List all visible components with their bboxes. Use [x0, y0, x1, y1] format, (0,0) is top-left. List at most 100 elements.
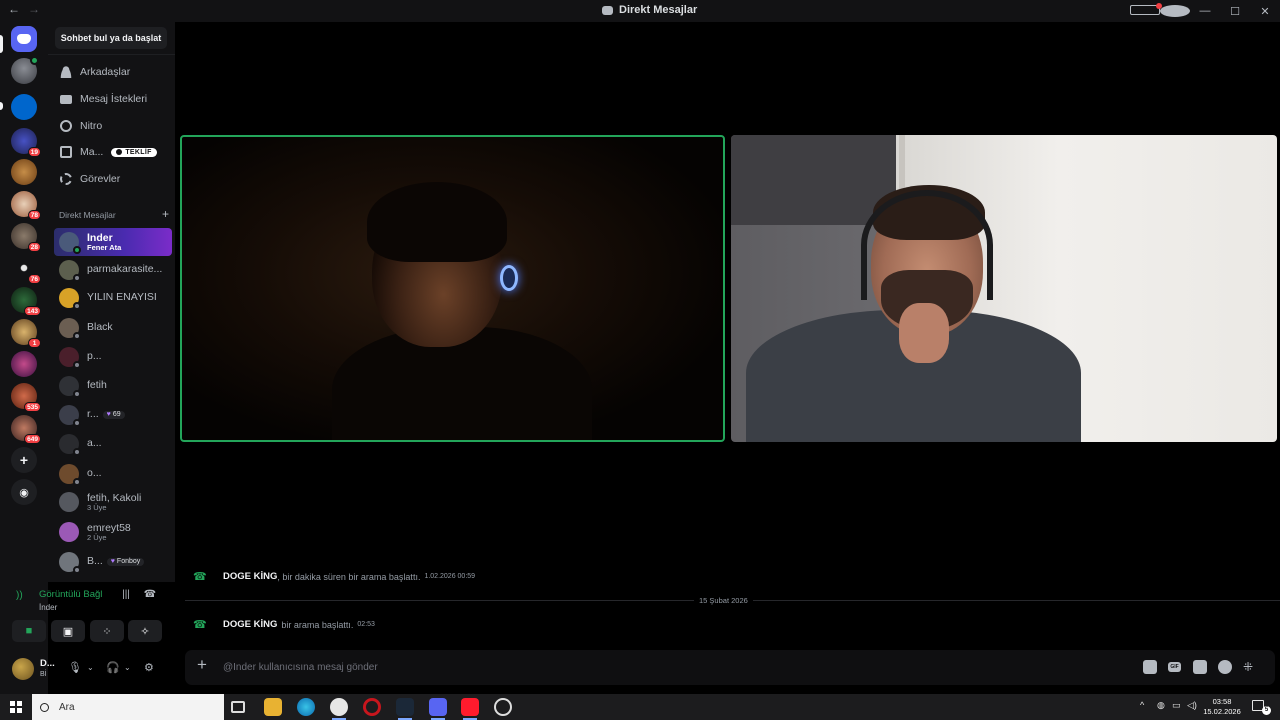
wifi-icon[interactable]: ▭	[1172, 700, 1181, 711]
add-server-button[interactable]: +	[11, 447, 37, 473]
gif-icon[interactable]: GIF	[1168, 662, 1181, 672]
nav-quests[interactable]: Görevler	[53, 168, 171, 190]
headphones-icon[interactable]: 🎧	[106, 661, 120, 674]
dm-item[interactable]: a...	[54, 430, 172, 458]
server-icon-11[interactable]: 535	[11, 383, 41, 412]
message-author[interactable]: DOGE KİNG	[223, 571, 277, 582]
show-hidden-icons-chevron-icon[interactable]: ^	[1140, 700, 1144, 710]
opera-browser-icon[interactable]	[363, 698, 381, 716]
video-tile-self[interactable]	[731, 135, 1277, 442]
dm-item[interactable]: r... ♥ 69	[54, 401, 172, 429]
camera-button[interactable]: ■	[12, 620, 46, 642]
activities-icon: ⁘	[102, 625, 112, 638]
minimize-button[interactable]: —	[1190, 5, 1220, 17]
dm-item[interactable]: parmakarasite...	[54, 256, 172, 284]
taskbar-search-input[interactable]	[59, 701, 209, 713]
server-icon-3[interactable]: 19	[11, 128, 41, 157]
soundboard-button[interactable]: ✧	[128, 620, 162, 642]
home-button[interactable]	[11, 26, 37, 52]
chevron-down-icon[interactable]: ⌄	[124, 663, 131, 672]
server-badge: 28	[27, 242, 41, 252]
maximize-button[interactable]: ☐	[1220, 5, 1250, 18]
dm-item[interactable]: fetih	[54, 372, 172, 400]
screen-share-button[interactable]: ▣	[51, 620, 85, 642]
voice-status-title[interactable]: Görüntülü Bağl	[39, 589, 102, 600]
edge-browser-icon[interactable]	[297, 698, 315, 716]
volume-icon[interactable]: ◁)	[1187, 700, 1197, 711]
disconnect-icon[interactable]: ☎	[142, 587, 158, 603]
background-wall	[731, 135, 896, 225]
steam-icon[interactable]	[396, 698, 414, 720]
nav-nitro[interactable]: Nitro	[53, 115, 171, 137]
opera-gx-icon[interactable]	[461, 698, 479, 720]
inbox-icon[interactable]	[1130, 2, 1162, 18]
dm-item[interactable]: fetih, Kakoli 3 Üye	[54, 488, 172, 516]
server-icon-9[interactable]: 1	[11, 319, 41, 348]
dm-item[interactable]: emreyt58 2 Üye	[54, 518, 172, 546]
nav-label: Ma...	[80, 146, 104, 158]
video-tile-remote[interactable]	[180, 135, 725, 442]
attach-plus-icon[interactable]: +	[193, 656, 211, 674]
nav-message-requests[interactable]: Mesaj İstekleri	[53, 88, 171, 110]
back-arrow-icon[interactable]: ←	[8, 2, 20, 16]
taskbar-clock[interactable]: 03:58 15.02.2026	[1200, 697, 1244, 717]
avatar	[59, 405, 81, 427]
divider	[48, 54, 175, 55]
file-explorer-icon[interactable]	[264, 698, 282, 716]
search-app-icon[interactable]	[330, 698, 348, 720]
server-icon-4[interactable]	[11, 159, 37, 185]
discover-button[interactable]: ◉	[11, 479, 37, 505]
microphone-icon[interactable]: 🎙	[68, 661, 82, 674]
network-tray-icon[interactable]: ◍	[1157, 700, 1165, 711]
server-icon-6[interactable]: 28	[11, 223, 41, 252]
chatgpt-icon[interactable]	[494, 698, 512, 716]
server-icon-8[interactable]: 143	[11, 287, 41, 316]
voice-channel-name: İnder	[39, 603, 58, 612]
gift-icon[interactable]	[1143, 660, 1157, 674]
discord-app-icon[interactable]	[429, 698, 447, 720]
server-icon-5[interactable]: 78	[11, 191, 41, 220]
close-button[interactable]: ✕	[1250, 5, 1280, 18]
presence-status-icon	[73, 390, 81, 398]
sticker-icon[interactable]	[1193, 660, 1207, 674]
noise-suppression-icon[interactable]: |||	[118, 587, 134, 603]
task-view-icon[interactable]	[231, 701, 245, 713]
voice-connection-panel: )) Görüntülü Bağl İnder ||| ☎ ■ ▣ ⁘ ✧	[6, 585, 166, 645]
find-conversation-button[interactable]: Sohbet bul ya da başlat	[55, 27, 167, 49]
avatar	[59, 434, 81, 456]
server-icon-10[interactable]	[11, 351, 37, 377]
server-icon-7[interactable]: 76	[11, 255, 41, 284]
dm-item[interactable]: İnder Fener Ata	[54, 228, 172, 256]
clock-date: 15.02.2026	[1203, 707, 1241, 716]
settings-gear-icon[interactable]: ⚙	[144, 661, 154, 674]
phone-icon: ☎	[193, 619, 207, 631]
chevron-down-icon[interactable]: ⌄	[87, 663, 94, 672]
compass-icon: ◉	[11, 479, 37, 505]
server-icon-2[interactable]	[11, 94, 37, 120]
apps-icon[interactable]: ⁜	[1243, 660, 1257, 674]
server-icon-1[interactable]	[11, 56, 39, 84]
help-icon[interactable]: ?	[1160, 5, 1190, 17]
dm-header-label: Direkt Mesajlar	[59, 210, 116, 220]
avatar[interactable]	[12, 658, 34, 680]
badge-dot-icon	[116, 149, 123, 155]
create-dm-plus-icon[interactable]: +	[162, 208, 169, 220]
taskbar-search[interactable]	[32, 694, 224, 720]
dm-item[interactable]: YILIN ENAYİSİ	[54, 284, 172, 312]
windows-start-icon[interactable]	[10, 701, 22, 713]
server-icon-12[interactable]: 649	[11, 415, 41, 444]
nav-shop[interactable]: Ma... TEKLİF	[53, 141, 171, 163]
dm-item[interactable]: Black	[54, 314, 172, 342]
emoji-icon[interactable]	[1218, 660, 1232, 674]
dm-item[interactable]: p...	[54, 343, 172, 371]
dm-item[interactable]: B... ♥ Fonboy	[54, 548, 172, 576]
message-input[interactable]	[223, 650, 923, 685]
video-person-body	[332, 327, 592, 440]
forward-arrow-icon[interactable]: →	[28, 2, 40, 16]
call-system-message: ☎ DOGE KİNG bir arama başlattı. 02:53	[193, 618, 375, 631]
message-author[interactable]: DOGE KİNG	[223, 619, 277, 630]
nav-label: Görevler	[80, 173, 121, 185]
activities-button[interactable]: ⁘	[90, 620, 124, 642]
dm-item[interactable]: o...	[54, 460, 172, 488]
nav-friends[interactable]: Arkadaşlar	[53, 61, 171, 83]
